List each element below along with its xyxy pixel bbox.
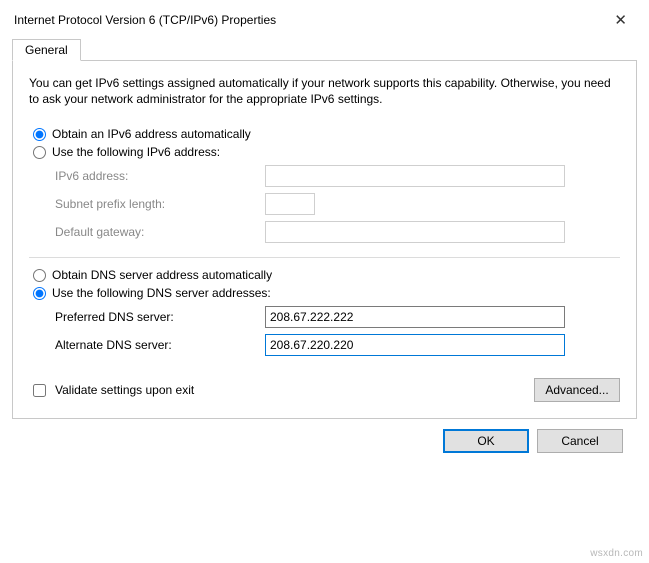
ipv6-address-input	[265, 165, 565, 187]
default-gateway-label: Default gateway:	[55, 225, 265, 239]
radio-address-manual[interactable]	[33, 146, 46, 159]
ok-button[interactable]: OK	[443, 429, 529, 453]
dns-fields: Preferred DNS server: Alternate DNS serv…	[55, 306, 620, 356]
intro-text: You can get IPv6 settings assigned autom…	[29, 75, 620, 107]
separator	[29, 257, 620, 258]
radio-dns-manual-label: Use the following DNS server addresses:	[52, 286, 271, 300]
radio-dns-auto-row[interactable]: Obtain DNS server address automatically	[33, 268, 620, 282]
bottom-row: Validate settings upon exit Advanced...	[29, 378, 620, 402]
cancel-button[interactable]: Cancel	[537, 429, 623, 453]
radio-dns-auto[interactable]	[33, 269, 46, 282]
radio-address-manual-row[interactable]: Use the following IPv6 address:	[33, 145, 620, 159]
field-subnet-prefix: Subnet prefix length:	[55, 193, 620, 215]
tab-strip: General	[12, 38, 637, 60]
tab-general[interactable]: General	[12, 39, 81, 61]
preferred-dns-label: Preferred DNS server:	[55, 310, 265, 324]
default-gateway-input	[265, 221, 565, 243]
tab-panel-general: You can get IPv6 settings assigned autom…	[12, 60, 637, 419]
advanced-button[interactable]: Advanced...	[534, 378, 620, 402]
close-icon[interactable]: ✕	[606, 9, 635, 31]
alternate-dns-label: Alternate DNS server:	[55, 338, 265, 352]
field-preferred-dns: Preferred DNS server:	[55, 306, 620, 328]
address-fields: IPv6 address: Subnet prefix length: Defa…	[55, 165, 620, 243]
radio-address-auto-label: Obtain an IPv6 address automatically	[52, 127, 251, 141]
radio-address-manual-label: Use the following IPv6 address:	[52, 145, 220, 159]
validate-checkbox-label: Validate settings upon exit	[55, 383, 194, 397]
preferred-dns-input[interactable]	[265, 306, 565, 328]
titlebar: Internet Protocol Version 6 (TCP/IPv6) P…	[0, 0, 649, 38]
alternate-dns-input[interactable]	[265, 334, 565, 356]
radio-dns-auto-label: Obtain DNS server address automatically	[52, 268, 272, 282]
radio-address-auto-row[interactable]: Obtain an IPv6 address automatically	[33, 127, 620, 141]
footer-buttons: OK Cancel	[12, 419, 637, 453]
validate-checkbox-row[interactable]: Validate settings upon exit	[29, 381, 194, 400]
ipv6-address-label: IPv6 address:	[55, 169, 265, 183]
dialog-body: General You can get IPv6 settings assign…	[0, 38, 649, 463]
field-default-gateway: Default gateway:	[55, 221, 620, 243]
window-title: Internet Protocol Version 6 (TCP/IPv6) P…	[14, 13, 276, 27]
radio-dns-manual[interactable]	[33, 287, 46, 300]
radio-dns-manual-row[interactable]: Use the following DNS server addresses:	[33, 286, 620, 300]
field-ipv6-address: IPv6 address:	[55, 165, 620, 187]
field-alternate-dns: Alternate DNS server:	[55, 334, 620, 356]
subnet-prefix-input	[265, 193, 315, 215]
subnet-prefix-label: Subnet prefix length:	[55, 197, 265, 211]
validate-checkbox[interactable]	[33, 384, 46, 397]
watermark: wsxdn.com	[590, 548, 643, 559]
radio-address-auto[interactable]	[33, 128, 46, 141]
